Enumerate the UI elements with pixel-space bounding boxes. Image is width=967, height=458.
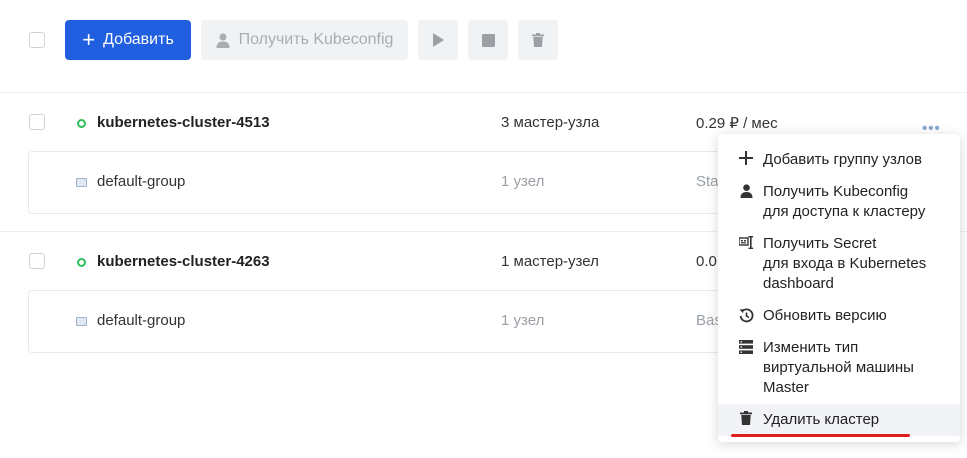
cluster-actions-menu: Добавить группу узлов Получить Kubeconfi…	[718, 134, 960, 442]
menu-item-update-version[interactable]: Обновить версию	[718, 304, 960, 328]
cluster-name[interactable]: kubernetes-cluster-4263	[97, 253, 270, 270]
key-icon	[738, 234, 754, 250]
plus-icon	[738, 150, 754, 166]
user-icon	[216, 33, 230, 48]
menu-item-label: Получить Secret для входа в Kubernetes d…	[763, 235, 927, 292]
add-button[interactable]: + Добавить	[65, 20, 191, 60]
menu-item-label: Изменить тип виртуальной машины Master	[763, 339, 914, 396]
menu-item-label: Добавить группу узлов	[763, 151, 922, 168]
cluster-price: 0.0	[696, 253, 717, 270]
trash-icon	[738, 410, 754, 426]
cluster-name[interactable]: kubernetes-cluster-4513	[97, 114, 270, 131]
get-kubeconfig-button[interactable]: Получить Kubeconfig	[201, 20, 408, 60]
select-all-checkbox[interactable]	[29, 32, 45, 48]
trash-icon	[532, 33, 544, 47]
menu-item-add-node-group[interactable]: Добавить группу узлов	[718, 148, 960, 172]
add-button-label: Добавить	[103, 31, 174, 48]
menu-item-label: Обновить версию	[763, 307, 887, 324]
play-icon	[433, 33, 444, 47]
server-icon	[738, 339, 754, 355]
cluster-row-checkbox[interactable]	[29, 114, 45, 130]
menu-item-change-vm-type[interactable]: Изменить тип виртуальной машины Master	[718, 336, 960, 400]
start-button[interactable]	[418, 20, 458, 60]
node-group-type: Sta	[696, 173, 719, 190]
status-running-icon	[77, 258, 86, 267]
menu-item-label: Получить Kubeconfig для доступа к класте…	[763, 183, 926, 220]
menu-item-get-secret[interactable]: Получить Secret для входа в Kubernetes d…	[718, 232, 960, 296]
cluster-masters: 1 мастер-узел	[501, 253, 599, 270]
node-group-count: 1 узел	[501, 173, 545, 190]
node-group-icon	[76, 317, 87, 326]
cluster-price: 0.29 ₽ / мес	[696, 115, 778, 132]
menu-item-label: Удалить кластер	[763, 411, 880, 428]
cluster-masters: 3 мастер-узла	[501, 114, 600, 131]
status-running-icon	[77, 119, 86, 128]
cluster-row-checkbox[interactable]	[29, 253, 45, 269]
menu-item-get-kubeconfig[interactable]: Получить Kubeconfig для доступа к класте…	[718, 180, 960, 224]
header-divider	[0, 92, 967, 93]
stop-icon	[481, 33, 495, 47]
get-kubeconfig-label: Получить Kubeconfig	[238, 31, 394, 48]
user-icon	[738, 183, 754, 199]
history-icon	[738, 307, 754, 323]
stop-button[interactable]	[468, 20, 508, 60]
node-group-count: 1 узел	[501, 312, 545, 329]
node-group-icon	[76, 178, 87, 187]
node-group-name: default-group	[97, 312, 186, 329]
menu-item-delete-cluster[interactable]: Удалить кластер	[718, 404, 960, 436]
node-group-row[interactable]: default-group 1 узел Sta	[28, 151, 768, 214]
annotation-underline	[731, 434, 910, 437]
toolbar: + Добавить Получить Kubeconfig	[0, 0, 967, 92]
plus-icon: +	[82, 27, 96, 52]
node-group-name: default-group	[97, 173, 186, 190]
node-group-row[interactable]: default-group 1 узел Bas	[28, 290, 768, 353]
delete-button[interactable]	[518, 20, 558, 60]
